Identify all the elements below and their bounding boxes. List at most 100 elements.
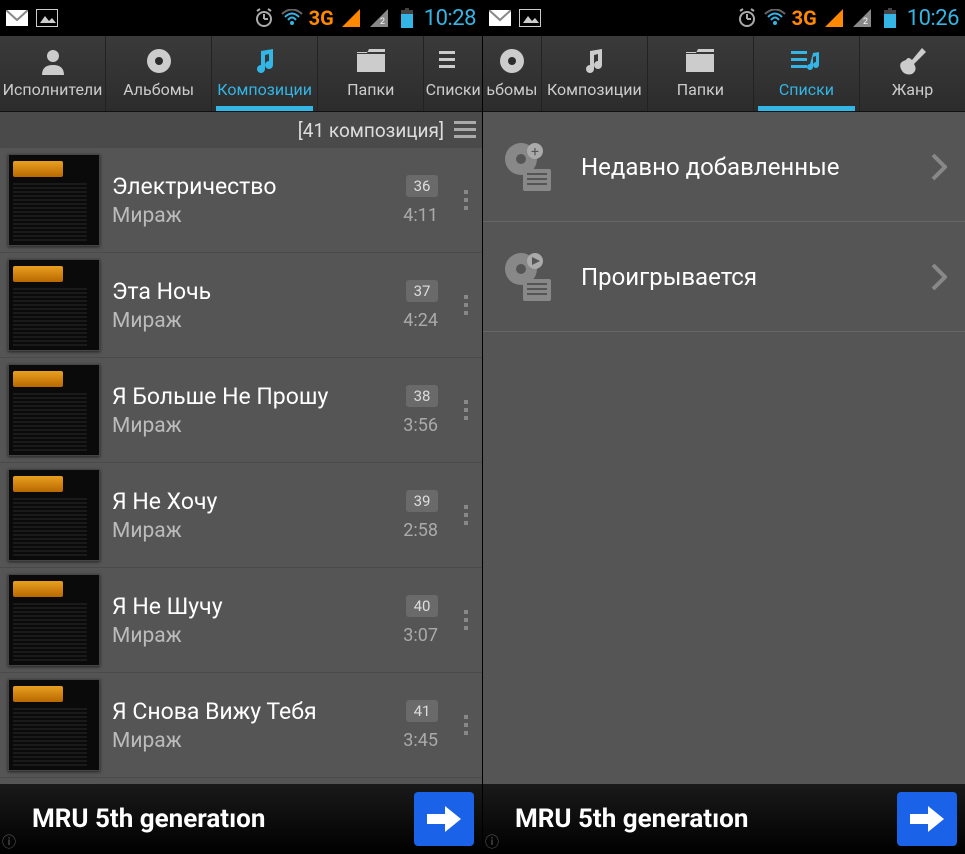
- song-row[interactable]: Электричество Мираж 36 4:11: [0, 148, 482, 253]
- gallery-icon: [519, 7, 541, 29]
- song-row[interactable]: Я Не Хочу Мираж 39 2:58: [0, 463, 482, 568]
- song-title: Я Больше Не Прошу: [112, 383, 391, 410]
- song-artist: Мираж: [112, 729, 391, 753]
- phone-left: 3G 2 10:28 Исполнители Альбомы Композици…: [0, 0, 482, 854]
- network-3g: 3G: [792, 6, 817, 30]
- svg-text:2: 2: [863, 17, 868, 27]
- album-art: [8, 259, 100, 351]
- track-duration: 2:58: [403, 520, 438, 541]
- signal-sim1-icon: [823, 7, 845, 29]
- tab-playlists[interactable]: Списки: [424, 36, 482, 111]
- track-number: 41: [406, 700, 438, 722]
- track-number: 39: [406, 490, 438, 512]
- album-art: [8, 364, 100, 456]
- chevron-right-icon: [931, 263, 947, 291]
- track-number: 40: [406, 595, 438, 617]
- tab-genres[interactable]: Жанр: [860, 36, 965, 111]
- album-art: [8, 574, 100, 666]
- track-duration: 3:45: [403, 730, 438, 751]
- wifi-icon: [281, 7, 303, 29]
- gmail-icon: [489, 7, 511, 29]
- album-art: [8, 469, 100, 561]
- alarm-icon: [736, 7, 758, 29]
- playlist-label: Проигрывается: [581, 263, 909, 291]
- battery-icon: [396, 7, 418, 29]
- phone-right: 3G 2 10:26 ьбомы Композиции Папки: [482, 0, 965, 854]
- track-duration: 4:11: [403, 205, 438, 226]
- kebab-icon[interactable]: [454, 715, 478, 735]
- track-number: 36: [406, 175, 438, 197]
- folder-icon: [685, 46, 715, 76]
- tab-tracks[interactable]: Композиции: [212, 36, 318, 111]
- song-row[interactable]: Я Больше Не Прошу Мираж 38 3:56: [0, 358, 482, 463]
- song-title: Электричество: [112, 173, 391, 200]
- gallery-icon: [36, 7, 58, 29]
- song-row[interactable]: Я Снова Вижу Тебя Мираж 41 3:45: [0, 673, 482, 778]
- tab-folders[interactable]: Папки: [648, 36, 754, 111]
- song-title: Я Не Шучу: [112, 593, 391, 620]
- list-menu-icon[interactable]: [454, 121, 476, 139]
- now-playing-bar[interactable]: ⓘ MRU 5th generatıon: [483, 784, 965, 854]
- disc-icon: [497, 46, 527, 76]
- guitar-icon: [898, 46, 928, 76]
- tab-albums[interactable]: Альбомы: [106, 36, 212, 111]
- track-number: 37: [406, 280, 438, 302]
- track-duration: 3:07: [403, 625, 438, 646]
- kebab-icon[interactable]: [454, 295, 478, 315]
- chevron-right-icon: [931, 153, 947, 181]
- recent-added-icon: +: [499, 137, 559, 197]
- info-icon[interactable]: ⓘ: [2, 832, 16, 852]
- next-button[interactable]: [414, 792, 474, 846]
- tab-tracks[interactable]: Композиции: [542, 36, 648, 111]
- song-title: Я Снова Вижу Тебя: [112, 698, 391, 725]
- now-playing-bar[interactable]: ⓘ MRU 5th generatıon: [0, 784, 482, 854]
- svg-text:2: 2: [380, 17, 385, 27]
- song-row[interactable]: Эта Ночь Мираж 37 4:24: [0, 253, 482, 358]
- now-playing-title: MRU 5th generatıon: [497, 804, 897, 834]
- folder-icon: [356, 46, 386, 76]
- wifi-icon: [764, 7, 786, 29]
- tab-bar: Исполнители Альбомы Композиции Папки Спи…: [0, 36, 482, 112]
- track-number: 38: [406, 385, 438, 407]
- song-title: Эта Ночь: [112, 278, 391, 305]
- tab-bar: ьбомы Композиции Папки Списки Жанр: [483, 36, 965, 112]
- next-button[interactable]: [897, 792, 957, 846]
- note-icon: [250, 46, 280, 76]
- song-artist: Мираж: [112, 309, 391, 333]
- album-art: [8, 679, 100, 771]
- alarm-icon: [253, 7, 275, 29]
- playlist-label: Недавно добавленные: [581, 153, 909, 181]
- now-playing-icon: [499, 247, 559, 307]
- kebab-icon[interactable]: [454, 190, 478, 210]
- track-count-row: [41 композиция]: [0, 112, 482, 148]
- playlist-row-recent[interactable]: + Недавно добавленные: [483, 112, 965, 222]
- song-artist: Мираж: [112, 624, 391, 648]
- status-clock: 10:28: [424, 6, 476, 31]
- gmail-icon: [6, 7, 28, 29]
- kebab-icon[interactable]: [454, 505, 478, 525]
- signal-sim2-icon: 2: [851, 7, 873, 29]
- kebab-icon[interactable]: [454, 610, 478, 630]
- tab-artists[interactable]: Исполнители: [0, 36, 106, 111]
- album-art: [8, 154, 100, 246]
- playlist-row-nowplaying: Проигрывается: [483, 222, 965, 332]
- battery-icon: [879, 7, 901, 29]
- disc-icon: [144, 46, 174, 76]
- track-count: [41 композиция]: [298, 119, 444, 142]
- info-icon[interactable]: ⓘ: [485, 832, 499, 852]
- track-duration: 4:24: [403, 310, 438, 331]
- tab-playlists[interactable]: Списки: [754, 36, 860, 111]
- now-playing-title: MRU 5th generatıon: [14, 804, 414, 834]
- song-row[interactable]: Я Не Шучу Мираж 40 3:07: [0, 568, 482, 673]
- signal-sim1-icon: [340, 7, 362, 29]
- list-icon: [791, 46, 821, 76]
- song-artist: Мираж: [112, 204, 391, 228]
- tab-folders[interactable]: Папки: [318, 36, 424, 111]
- tab-albums[interactable]: ьбомы: [483, 36, 542, 111]
- kebab-icon[interactable]: [454, 400, 478, 420]
- track-duration: 3:56: [403, 415, 438, 436]
- song-artist: Мираж: [112, 519, 391, 543]
- song-list[interactable]: Электричество Мираж 36 4:11 Эта Ночь Мир…: [0, 148, 482, 784]
- person-icon: [38, 46, 68, 76]
- song-title: Я Не Хочу: [112, 488, 391, 515]
